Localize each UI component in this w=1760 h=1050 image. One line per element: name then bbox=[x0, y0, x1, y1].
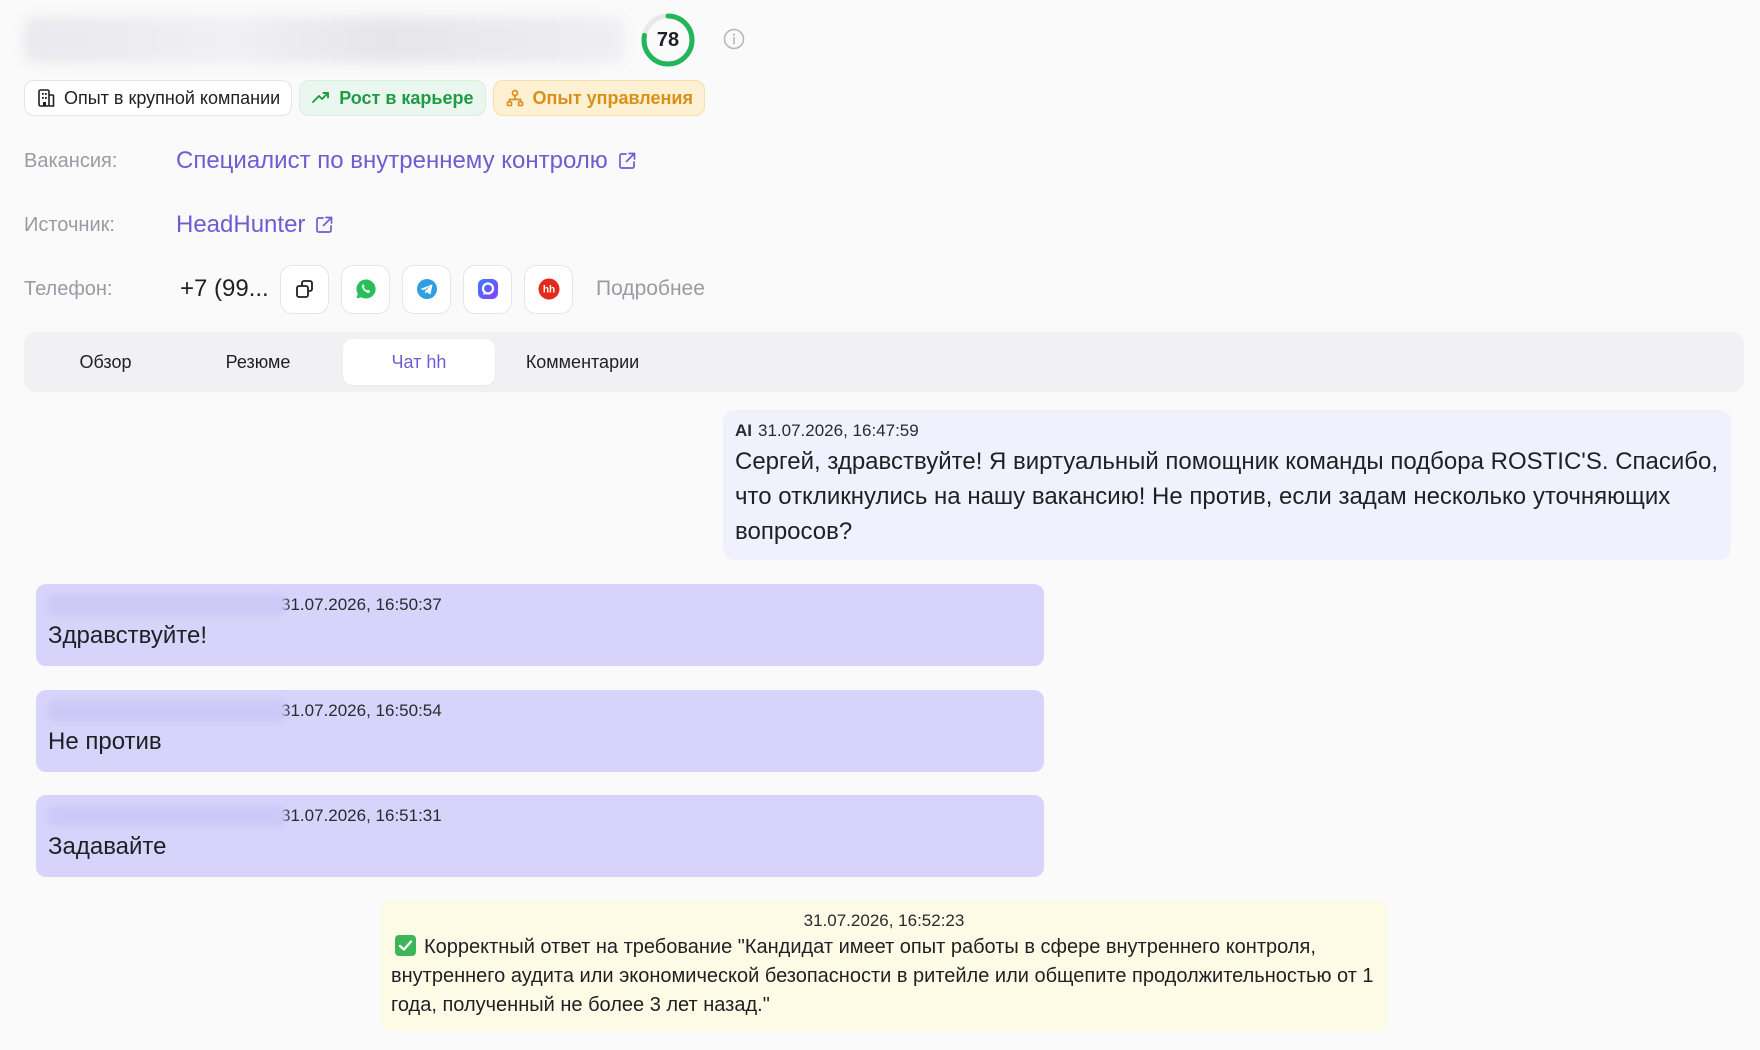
org-chart-icon bbox=[506, 89, 523, 107]
telegram-button[interactable] bbox=[402, 264, 451, 314]
candidate-card: 78 Опыт в крупной компании Рост в карьер… bbox=[0, 0, 1760, 1050]
tag-management: Опыт управления bbox=[492, 80, 705, 116]
evaluation-time: 31.07.2026, 16:52:23 bbox=[803, 911, 965, 930]
user-message-meta: 31.07.2026, 16:50:37 bbox=[48, 594, 1032, 616]
external-link-icon bbox=[618, 152, 636, 169]
ai-message: AI 31.07.2026, 16:47:59 Сергей, здравству… bbox=[723, 410, 1731, 560]
vacancy-row: Вакансия: Специалист по внутреннему конт… bbox=[24, 144, 638, 178]
vacancy-link-text: Специалист по внутреннему контролю bbox=[176, 147, 608, 174]
user-message: 31.07.2026, 16:51:31 Задавайте bbox=[36, 795, 1044, 877]
tag-label: Опыт управления bbox=[532, 87, 693, 108]
source-link-text: HeadHunter bbox=[176, 211, 306, 238]
user-message: 31.07.2026, 16:50:37 Здравствуйте! bbox=[36, 584, 1044, 666]
source-row: Источник: HeadHunter bbox=[24, 208, 335, 242]
external-link-icon bbox=[316, 216, 333, 233]
phone-label: Телефон: bbox=[24, 277, 113, 300]
max-messenger-button[interactable] bbox=[463, 264, 512, 314]
source-link[interactable]: HeadHunter bbox=[176, 211, 335, 239]
candidate-tags: Опыт в крупной компании Рост в карьере О… bbox=[24, 80, 705, 116]
max-messenger-icon bbox=[477, 279, 498, 299]
tag-career-growth: Рост в карьере bbox=[299, 80, 486, 116]
tab-comments[interactable]: Комментарии bbox=[495, 339, 670, 385]
checkmark-icon bbox=[395, 935, 416, 956]
headhunter-icon: hh bbox=[538, 278, 559, 300]
source-label: Источник: bbox=[24, 213, 115, 236]
phone-row: Телефон: +7 (99... hh Подробнее bbox=[24, 264, 705, 314]
more-details-link[interactable]: Подробнее bbox=[596, 277, 705, 301]
user-message-meta: 31.07.2026, 16:50:54 bbox=[48, 700, 1032, 722]
user-message: 31.07.2026, 16:50:54 Не против bbox=[36, 690, 1044, 772]
building-icon bbox=[38, 89, 55, 107]
candidate-name-redacted bbox=[24, 17, 624, 63]
user-message-text: Не против bbox=[48, 728, 162, 755]
info-icon[interactable] bbox=[723, 28, 745, 50]
vacancy-link[interactable]: Специалист по внутреннему контролю bbox=[176, 147, 638, 175]
user-message-time: 31.07.2026, 16:50:37 bbox=[281, 595, 442, 614]
whatsapp-button[interactable] bbox=[341, 264, 390, 314]
ai-message-meta: AI 31.07.2026, 16:47:59 bbox=[735, 421, 1719, 441]
copy-icon bbox=[295, 280, 313, 298]
sender-name-redacted bbox=[48, 701, 286, 721]
telegram-icon bbox=[416, 279, 437, 299]
candidate-header bbox=[24, 12, 624, 68]
score-ring: 78 bbox=[640, 12, 696, 68]
tab-bar: Обзор Резюме Чат hh Комментарии bbox=[24, 332, 1744, 392]
user-message-text: Задавайте bbox=[48, 833, 167, 860]
user-message-time: 31.07.2026, 16:51:31 bbox=[281, 806, 442, 825]
ai-sender: AI bbox=[735, 421, 752, 440]
ai-message-time: 31.07.2026, 16:47:59 bbox=[758, 421, 919, 440]
phone-value: +7 (99... bbox=[180, 275, 269, 302]
user-message-meta: 31.07.2026, 16:51:31 bbox=[48, 805, 1032, 827]
vacancy-label: Вакансия: bbox=[24, 149, 118, 172]
tag-large-company: Опыт в крупной компании bbox=[24, 80, 293, 116]
evaluation-message: 31.07.2026, 16:52:23 Корректный ответ на… bbox=[381, 901, 1387, 1031]
sender-name-redacted bbox=[48, 595, 286, 615]
tab-chat-hh[interactable]: Чат hh bbox=[343, 339, 495, 385]
tab-resume[interactable]: Резюме bbox=[183, 339, 333, 385]
tag-label: Рост в карьере bbox=[339, 87, 474, 108]
score-value: 78 bbox=[656, 28, 680, 51]
headhunter-button[interactable]: hh bbox=[524, 264, 573, 314]
sender-name-redacted bbox=[48, 806, 286, 826]
svg-text:hh: hh bbox=[542, 285, 554, 296]
user-message-time: 31.07.2026, 16:50:54 bbox=[281, 701, 442, 720]
ai-message-text: Сергей, здравствуйте! Я виртуальный помо… bbox=[735, 448, 1719, 545]
tab-overview[interactable]: Обзор bbox=[28, 339, 183, 385]
evaluation-text: Корректный ответ на требование "Кандидат… bbox=[391, 936, 1374, 1016]
whatsapp-icon bbox=[355, 279, 376, 299]
tag-label: Опыт в крупной компании bbox=[64, 87, 281, 108]
copy-phone-button[interactable] bbox=[280, 264, 329, 314]
trend-up-icon bbox=[312, 92, 330, 103]
evaluation-body: Корректный ответ на требование "Кандидат… bbox=[391, 933, 1377, 1020]
user-message-text: Здравствуйте! bbox=[48, 622, 208, 649]
